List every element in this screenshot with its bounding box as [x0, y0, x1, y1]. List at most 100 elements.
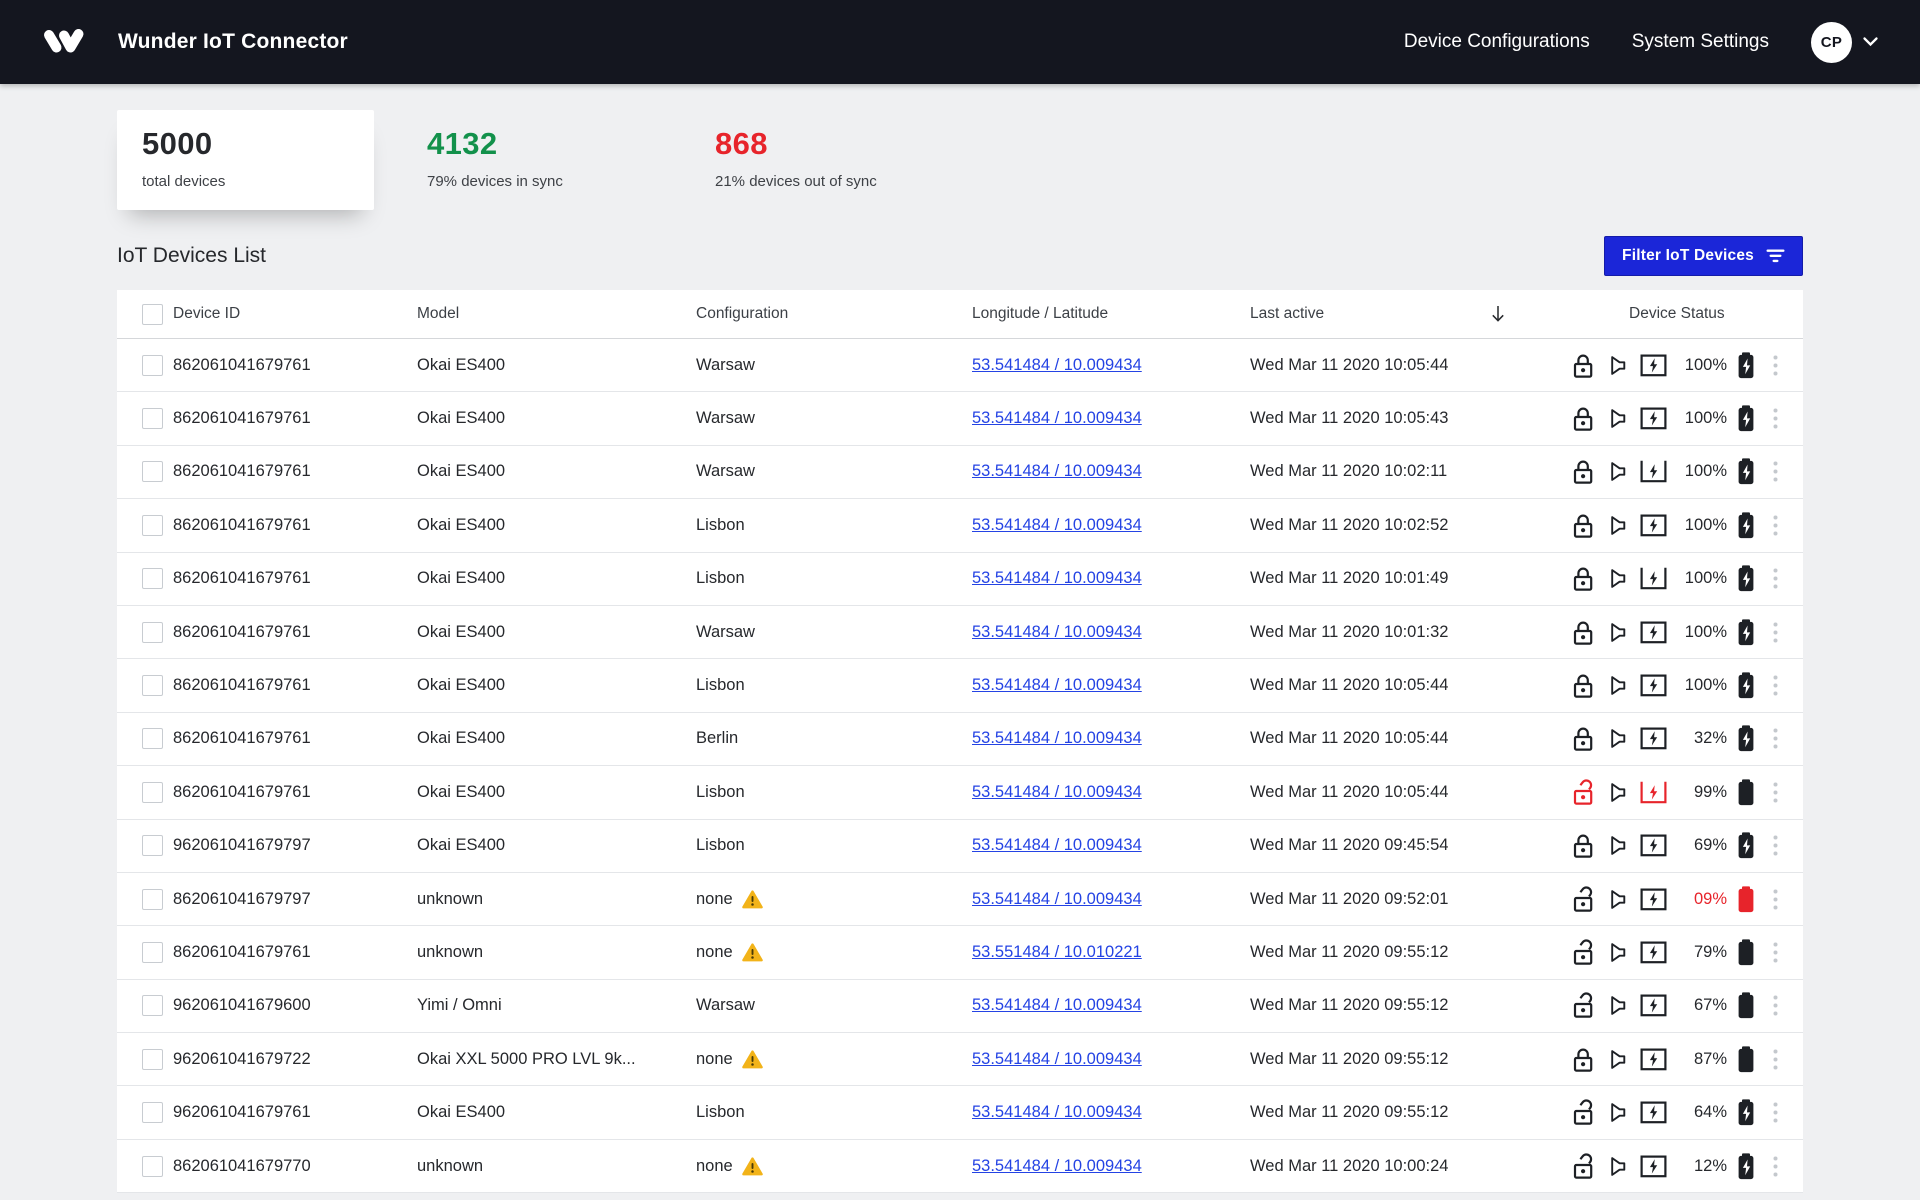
row-checkbox[interactable] [142, 942, 163, 963]
warning-icon [742, 1157, 763, 1176]
last-active: Wed Mar 11 2020 10:05:43 [1250, 409, 1572, 428]
coordinates-link[interactable]: 53.541484 / 10.009434 [972, 783, 1142, 801]
battery-charging-icon [1736, 1099, 1756, 1126]
row-checkbox[interactable] [142, 408, 163, 429]
row-checkbox[interactable] [142, 835, 163, 856]
nav-device-configurations[interactable]: Device Configurations [1404, 31, 1590, 53]
speaker-icon [1607, 995, 1627, 1016]
battery-percentage: 67% [1667, 996, 1727, 1015]
device-status: 64% [1572, 1099, 1803, 1126]
row-menu-kebab-icon[interactable] [1771, 566, 1780, 591]
coordinates-link[interactable]: 53.541484 / 10.009434 [972, 569, 1142, 587]
battery-percentage: 64% [1667, 1103, 1727, 1122]
configuration-name: Lisbon [696, 783, 745, 802]
device-model: Okai ES400 [417, 836, 696, 855]
charging-box-open-icon [1640, 460, 1667, 483]
configuration-name: Warsaw [696, 623, 755, 642]
row-menu-kebab-icon[interactable] [1771, 406, 1780, 431]
device-model: Okai ES400 [417, 516, 696, 535]
coordinates-link[interactable]: 53.541484 / 10.009434 [972, 623, 1142, 641]
device-id: 862061041679761 [173, 462, 417, 481]
device-configuration: Lisbon [696, 676, 972, 695]
wunder-logo-icon [42, 23, 86, 61]
charging-box-closed-icon [1640, 941, 1667, 964]
stats-row: 5000 total devices 4132 79% devices in s… [117, 110, 1803, 210]
device-model: Okai ES400 [417, 676, 696, 695]
table-row: 862061041679770 unknown none 53.541484 /… [117, 1140, 1803, 1193]
lock-open-icon [1572, 939, 1594, 966]
row-menu-kebab-icon[interactable] [1771, 673, 1780, 698]
sort-descending-icon[interactable] [1490, 305, 1506, 324]
row-checkbox[interactable] [142, 622, 163, 643]
device-status: 100% [1572, 405, 1803, 432]
charging-box-closed-icon [1640, 514, 1667, 537]
coordinates-link[interactable]: 53.541484 / 10.009434 [972, 676, 1142, 694]
row-checkbox[interactable] [142, 675, 163, 696]
battery-percentage: 99% [1667, 783, 1727, 802]
select-all-checkbox[interactable] [142, 304, 163, 325]
row-checkbox[interactable] [142, 1049, 163, 1070]
row-menu-kebab-icon[interactable] [1771, 1047, 1780, 1072]
table-row: 962061041679797 Okai ES400 Lisbon 53.541… [117, 820, 1803, 873]
coordinates-link[interactable]: 53.541484 / 10.009434 [972, 516, 1142, 534]
row-checkbox[interactable] [142, 995, 163, 1016]
row-checkbox[interactable] [142, 1156, 163, 1177]
coordinates-link[interactable]: 53.541484 / 10.009434 [972, 836, 1142, 854]
filter-iot-devices-button[interactable]: Filter IoT Devices [1604, 236, 1803, 276]
coordinates-link[interactable]: 53.541484 / 10.009434 [972, 409, 1142, 427]
avatar[interactable]: CP [1811, 22, 1852, 63]
battery-charging-icon [1736, 352, 1756, 379]
row-menu-kebab-icon[interactable] [1771, 1100, 1780, 1125]
coordinates-link[interactable]: 53.551484 / 10.010221 [972, 943, 1142, 961]
row-checkbox[interactable] [142, 782, 163, 803]
last-active: Wed Mar 11 2020 10:01:49 [1250, 569, 1572, 588]
device-status: 100% [1572, 619, 1803, 646]
warning-icon [742, 943, 763, 962]
last-active: Wed Mar 11 2020 10:00:24 [1250, 1157, 1572, 1176]
device-configuration: none [696, 890, 972, 909]
row-menu-kebab-icon[interactable] [1771, 513, 1780, 538]
user-menu[interactable]: CP [1811, 22, 1878, 63]
device-id: 862061041679761 [173, 676, 417, 695]
row-menu-kebab-icon[interactable] [1771, 1154, 1780, 1179]
coordinates-link[interactable]: 53.541484 / 10.009434 [972, 356, 1142, 374]
configuration-name: Warsaw [696, 462, 755, 481]
coordinates-link[interactable]: 53.541484 / 10.009434 [972, 1050, 1142, 1068]
table-row: 862061041679761 Okai ES400 Lisbon 53.541… [117, 659, 1803, 712]
chevron-down-icon[interactable] [1863, 37, 1878, 47]
row-menu-kebab-icon[interactable] [1771, 993, 1780, 1018]
row-menu-kebab-icon[interactable] [1771, 887, 1780, 912]
row-menu-kebab-icon[interactable] [1771, 620, 1780, 645]
total-devices-label: total devices [142, 173, 374, 190]
device-id: 862061041679770 [173, 1157, 417, 1176]
coordinates-link[interactable]: 53.541484 / 10.009434 [972, 1103, 1142, 1121]
row-menu-kebab-icon[interactable] [1771, 726, 1780, 751]
configuration-name: none [696, 1157, 733, 1176]
coordinates-link[interactable]: 53.541484 / 10.009434 [972, 996, 1142, 1014]
row-checkbox[interactable] [142, 568, 163, 589]
speaker-icon [1607, 355, 1627, 376]
table-row: 862061041679761 Okai ES400 Warsaw 53.541… [117, 339, 1803, 392]
row-checkbox[interactable] [142, 515, 163, 536]
row-checkbox[interactable] [142, 355, 163, 376]
row-menu-kebab-icon[interactable] [1771, 780, 1780, 805]
row-checkbox[interactable] [142, 461, 163, 482]
coordinates-link[interactable]: 53.541484 / 10.009434 [972, 890, 1142, 908]
row-menu-kebab-icon[interactable] [1771, 940, 1780, 965]
coordinates-link[interactable]: 53.541484 / 10.009434 [972, 1157, 1142, 1175]
table-row: 862061041679761 Okai ES400 Warsaw 53.541… [117, 392, 1803, 445]
row-menu-kebab-icon[interactable] [1771, 353, 1780, 378]
row-menu-kebab-icon[interactable] [1771, 459, 1780, 484]
row-checkbox[interactable] [142, 889, 163, 910]
speaker-icon [1607, 942, 1627, 963]
nav-system-settings[interactable]: System Settings [1632, 31, 1769, 53]
row-checkbox[interactable] [142, 728, 163, 749]
coordinates-link[interactable]: 53.541484 / 10.009434 [972, 462, 1142, 480]
device-configuration: Lisbon [696, 1103, 972, 1122]
row-checkbox[interactable] [142, 1102, 163, 1123]
charging-box-closed-icon [1640, 888, 1667, 911]
coordinates-link[interactable]: 53.541484 / 10.009434 [972, 729, 1142, 747]
device-model: Okai ES400 [417, 623, 696, 642]
charging-box-closed-icon [1640, 354, 1667, 377]
row-menu-kebab-icon[interactable] [1771, 833, 1780, 858]
